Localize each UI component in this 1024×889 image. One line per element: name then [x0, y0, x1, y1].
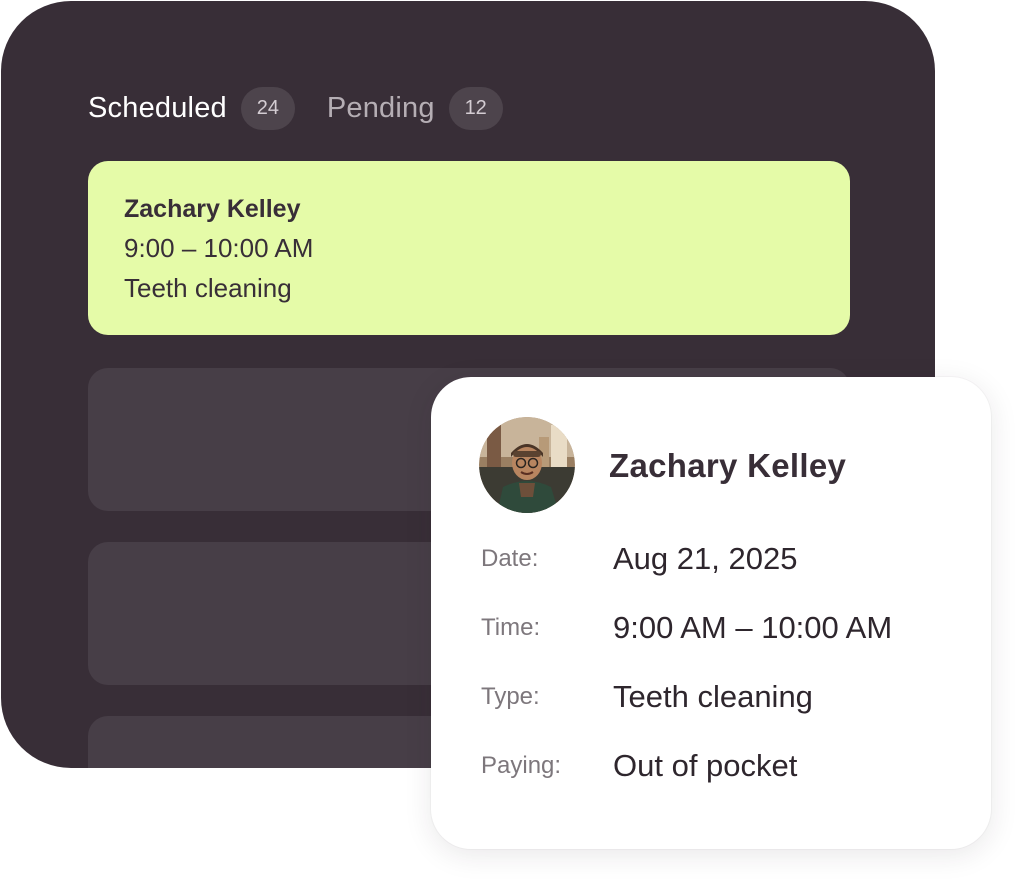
tab-scheduled-count-badge: 24 — [240, 87, 295, 130]
detail-label: Date: — [481, 545, 539, 572]
detail-value: Teeth cleaning — [613, 679, 813, 714]
appointment-detail-card: Zachary Kelley Date: Aug 21, 2025 Time: … — [431, 377, 991, 849]
appointment-patient-name: Zachary Kelley — [124, 195, 301, 223]
detail-patient-name: Zachary Kelley — [609, 447, 847, 484]
appointment-tabs: Scheduled 24 Pending 12 — [88, 87, 503, 130]
stage: Scheduled 24 Pending 12 Zachary Kelley 9… — [0, 0, 1024, 889]
tab-scheduled[interactable]: Scheduled 24 — [88, 87, 295, 130]
detail-label: Time: — [481, 614, 541, 641]
appointment-time: 9:00 – 10:00 AM — [124, 233, 314, 263]
tab-pending-count-badge: 12 — [448, 87, 503, 130]
detail-row-time: Time: 9:00 AM – 10:00 AM — [481, 610, 951, 646]
detail-label: Paying: — [481, 752, 562, 779]
detail-value: Aug 21, 2025 — [613, 541, 798, 576]
appointment-type: Teeth cleaning — [124, 273, 292, 303]
user-avatar-photo-icon — [479, 417, 575, 513]
tab-pending[interactable]: Pending 12 — [327, 87, 503, 130]
detail-row-date: Date: Aug 21, 2025 — [481, 541, 951, 577]
detail-row-paying: Paying: Out of pocket — [481, 748, 951, 784]
detail-value: 9:00 AM – 10:00 AM — [613, 610, 893, 645]
detail-row-type: Type: Teeth cleaning — [481, 679, 951, 715]
tab-pending-label: Pending — [326, 92, 435, 124]
tab-scheduled-label: Scheduled — [88, 92, 227, 124]
avatar — [479, 417, 575, 513]
appointment-card-selected[interactable]: Zachary Kelley 9:00 – 10:00 AM Teeth cle… — [88, 161, 850, 335]
detail-value: Out of pocket — [613, 748, 798, 783]
detail-label: Type: — [481, 683, 540, 710]
